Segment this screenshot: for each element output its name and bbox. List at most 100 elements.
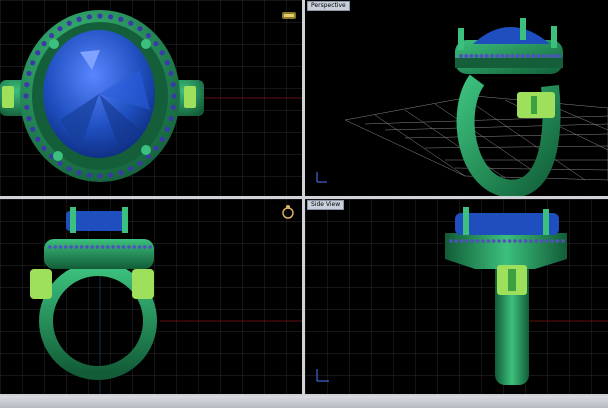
front-head [44, 239, 154, 269]
halo-stone [550, 239, 555, 243]
halo-stone [489, 54, 494, 58]
halo-stone [536, 54, 541, 58]
halo-stone [495, 54, 500, 58]
halo-stone [465, 239, 469, 243]
halo-stone [24, 104, 30, 110]
halo-stone [128, 20, 134, 26]
perspective-canvas [316, 18, 608, 196]
halo-stone [23, 93, 29, 99]
halo-stone [107, 172, 114, 178]
top-view-canvas [0, 0, 302, 196]
viewport-top[interactable] [0, 0, 302, 196]
halo-stone [164, 60, 170, 66]
halo-stone [35, 136, 41, 142]
halo-stone [545, 239, 549, 243]
halo-stone [57, 160, 63, 166]
halo-stone [79, 245, 84, 249]
halo-stone [66, 166, 72, 172]
halo-stone [159, 136, 165, 142]
halo-stone [454, 239, 459, 243]
halo-stone [69, 245, 73, 249]
halo-stone [541, 54, 546, 58]
halo-stone [132, 245, 137, 249]
halo-stone [128, 166, 134, 172]
halo-stone [48, 32, 55, 39]
halo-stone [148, 245, 152, 249]
halo-stone [170, 104, 176, 110]
perspective-gem [473, 27, 550, 44]
halo-stone [53, 245, 58, 249]
halo-stone [531, 54, 536, 58]
halo-stone [484, 54, 489, 58]
halo-stone [48, 245, 52, 249]
side-view-canvas [305, 199, 608, 394]
side-head [445, 233, 567, 269]
halo-stone [170, 82, 176, 88]
halo-stone [497, 239, 501, 243]
halo-stone [491, 239, 496, 243]
halo-stone [74, 245, 79, 249]
halo-stone [90, 245, 94, 249]
halo-stone [30, 60, 36, 66]
halo-stone [137, 245, 142, 249]
halo-stone [500, 54, 505, 58]
axis-gizmo-icon[interactable] [282, 12, 296, 19]
halo-stone [153, 41, 159, 47]
viewport-perspective[interactable]: Perspective [305, 0, 608, 196]
halo-stone [481, 239, 485, 243]
halo-stone [470, 239, 475, 243]
halo-stone [30, 126, 36, 132]
halo-stone [539, 239, 544, 243]
halo-stone [469, 54, 474, 58]
halo-stone [464, 54, 469, 58]
halo-stone [57, 26, 63, 32]
halo-stone [523, 239, 528, 243]
halo-stone [41, 41, 47, 47]
halo-stone [137, 160, 143, 166]
viewport-label-perspective[interactable]: Perspective [307, 1, 350, 11]
halo-stone [63, 245, 68, 249]
halo-stone [171, 93, 177, 99]
halo-stone [58, 245, 63, 249]
halo-stone [116, 245, 121, 249]
halo-stone [164, 126, 170, 132]
halo-stone [507, 239, 512, 243]
halo-stone [168, 70, 174, 77]
halo-stone [505, 54, 510, 58]
halo-stone [168, 115, 174, 122]
halo-stone [159, 50, 165, 56]
halo-stone [145, 32, 152, 39]
halo-stone [76, 170, 82, 176]
halo-stone [111, 245, 115, 249]
halo-stone [449, 239, 453, 243]
halo-stone [518, 239, 523, 243]
halo-stone [153, 145, 159, 151]
halo-stone [555, 239, 560, 243]
halo-stone [35, 50, 41, 56]
halo-stone [26, 70, 32, 77]
halo-stone [106, 245, 110, 249]
halo-stone [86, 172, 93, 178]
halo-stone [41, 145, 47, 151]
halo-stone [97, 13, 103, 19]
halo-stone [86, 14, 93, 20]
halo-stone [100, 245, 105, 249]
viewport-front[interactable] [0, 199, 302, 394]
halo-stone [26, 115, 32, 122]
halo-stone [557, 54, 561, 58]
halo-stone [127, 245, 131, 249]
halo-stone [24, 82, 30, 88]
halo-stone [515, 54, 520, 58]
halo-stone [118, 16, 124, 22]
viewport-side[interactable]: Side View [305, 199, 608, 394]
halo-stone [97, 173, 103, 179]
halo-stone [142, 245, 147, 249]
halo-stone [85, 245, 89, 249]
halo-stone [551, 54, 556, 58]
halo-stone [475, 239, 480, 243]
halo-stone [526, 54, 531, 58]
halo-stone [561, 239, 565, 243]
halo-stone [546, 54, 551, 58]
viewport-label-side[interactable]: Side View [307, 200, 345, 210]
halo-stone [510, 54, 515, 58]
